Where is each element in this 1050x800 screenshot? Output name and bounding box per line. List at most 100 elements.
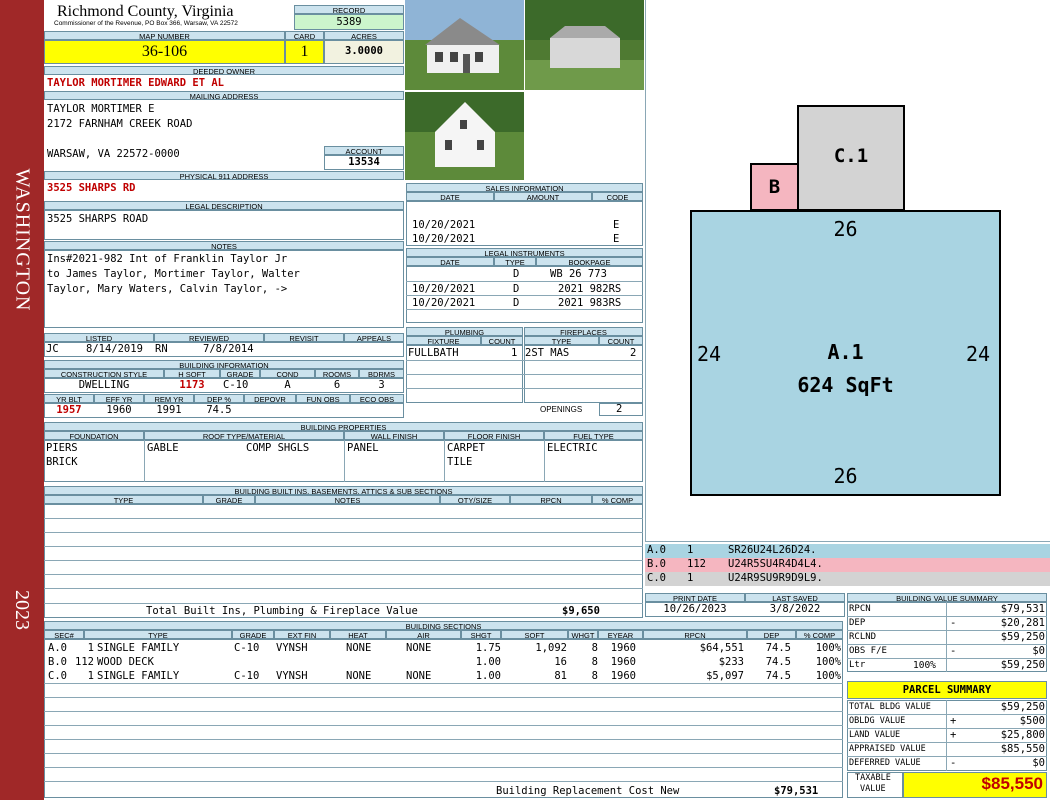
foundation-2: BRICK — [46, 456, 78, 468]
fireplace-type-header: TYPE — [524, 336, 599, 345]
sqft-col-header: SQFT — [501, 630, 568, 639]
vs-ltr-value: $59,250 — [1000, 659, 1045, 671]
revisit-header: REVISIT — [264, 333, 344, 342]
sec-a-rpcn: $64,551 — [699, 642, 744, 654]
notes-line-2: to James Taylor, Mortimer Taylor, Walter — [47, 268, 300, 280]
sec-b-eyear: 1960 — [610, 656, 636, 668]
notes-header: NOTES — [44, 241, 404, 250]
card-header: CARD — [285, 31, 324, 40]
built-ins-header: BUILDING BUILT INS, BASEMENTS, ATTICS & … — [44, 486, 643, 495]
sec-col-header: SEC# — [44, 630, 84, 639]
ps-land-value: $25,800 — [1000, 729, 1045, 741]
sec-b-n: 112 — [75, 656, 94, 668]
built-ins-table — [44, 504, 643, 618]
built-ins-notes-header: NOTES — [255, 495, 440, 504]
replacement-cost-label: Building Replacement Cost New — [496, 785, 680, 797]
roof-type: GABLE — [147, 442, 179, 454]
instr-2-type: D — [513, 283, 520, 295]
vs-dep-value: $20,281 — [1000, 617, 1045, 629]
reviewed-header: REVIEWED — [154, 333, 264, 342]
wall-finish: PANEL — [347, 442, 379, 454]
map-number-header: MAP NUMBER — [44, 31, 285, 40]
sketch-code-c: U24R9SU9R9D9L9. — [728, 572, 823, 584]
sketch-code-c-sec: C.0 — [647, 572, 666, 584]
sec-b-whgt: 8 — [591, 656, 598, 668]
sketch-a-area: 624 SqFt — [797, 373, 894, 397]
print-date: 10/26/2023 — [663, 603, 727, 615]
building-info-header: BUILDING INFORMATION — [44, 360, 404, 369]
last-saved: 3/8/2022 — [769, 603, 821, 615]
replacement-cost-value: $79,531 — [774, 785, 819, 797]
grade-value: C-10 — [223, 379, 249, 391]
sec-c-whgt: 8 — [591, 670, 598, 682]
sales-date-header: DATE — [406, 192, 494, 201]
sketch-code-row-a — [645, 544, 1050, 558]
sketch-code-b-n: 112 — [687, 558, 706, 570]
yr-blt: 1957 — [56, 404, 82, 416]
sec-b-sec: B.0 — [48, 656, 67, 668]
eff-yr-header: EFF YR — [94, 394, 144, 403]
cond-header: COND — [260, 369, 315, 378]
year-label: 2023 — [11, 590, 33, 630]
vs-rpcn-value: $79,531 — [1000, 603, 1045, 615]
heat-col-header: HEAT — [330, 630, 386, 639]
notes-line-3: Taylor, Mary Waters, Calvin Taylor, -> — [47, 283, 288, 295]
vs-rclnd-value: $59,250 — [1000, 631, 1045, 643]
appeals-header: APPEALS — [344, 333, 404, 342]
built-ins-total-label: Total Built Ins, Plumbing & Fireplace Va… — [146, 605, 418, 617]
dep-pct: 74.5 — [206, 404, 232, 416]
vs-obs-label: OBS F/E — [849, 646, 887, 656]
built-ins-total-value: $9,650 — [562, 605, 600, 617]
notes-line-1: Ins#2021-982 Int of Franklin Taylor Jr — [47, 253, 288, 265]
instr-2-book: 2021 982RS — [558, 283, 622, 295]
sec-b-comp: 100% — [815, 656, 841, 668]
instr-3-date: 10/20/2021 — [412, 297, 476, 309]
sec-c-comp: 100% — [815, 670, 841, 682]
roof-header: ROOF TYPE/MATERIAL — [144, 431, 344, 440]
sec-c-sec: C.0 — [48, 670, 67, 682]
plumbing-fixture: FULLBATH — [408, 347, 459, 359]
sketch-code-row-c — [645, 572, 1050, 586]
barn-photo — [525, 0, 644, 90]
deeded-owner-header: DEEDED OWNER — [44, 66, 404, 75]
reviewed-by: RN — [155, 343, 168, 355]
vs-ltr-pct: 100% — [913, 660, 936, 671]
building-props-header: BUILDING PROPERTIES — [44, 422, 643, 431]
fireplace-count-header: COUNT — [599, 336, 643, 345]
sec-a-sqft: 1,092 — [535, 642, 567, 654]
construction-style: DWELLING — [78, 379, 130, 391]
fireplace-count: 2 — [630, 347, 637, 359]
construction-style-header: CONSTRUCTION STYLE — [44, 369, 164, 378]
sections-header: BUILDING SECTIONS — [44, 621, 843, 630]
instr-date-header: DATE — [406, 257, 494, 266]
instr-3-type: D — [513, 297, 520, 309]
sec-c-ext: VYNSH — [276, 670, 308, 682]
physical-address: 3525 SHARPS RD — [47, 182, 136, 194]
sec-a-sec: A.0 — [48, 642, 67, 654]
sketch-b-label: B — [768, 176, 781, 198]
sec-c-dep: 74.5 — [765, 670, 791, 682]
bdrms-header: BDRMS — [359, 369, 404, 378]
plumbing-count-header: COUNT — [481, 336, 523, 345]
shgt-col-header: SHGT — [461, 630, 501, 639]
record-header: RECORD — [294, 5, 404, 14]
sketch-code-c-n: 1 — [687, 572, 694, 584]
sketch-code-a-sec: A.0 — [647, 544, 666, 556]
mailing-line-3: WARSAW, VA 22572-0000 — [47, 148, 180, 160]
district-band — [0, 0, 44, 800]
openings-label: OPENINGS — [540, 405, 583, 414]
grade-col-header: GRADE — [232, 630, 274, 639]
vs-ltr-label: Ltr — [849, 660, 866, 670]
sales-code-header: CODE — [592, 192, 643, 201]
vs-obs-value: $0 — [1032, 645, 1045, 657]
vs-rclnd-label: RCLND — [849, 632, 877, 642]
sec-a-grade: C-10 — [234, 642, 260, 654]
sec-b-type: WOOD DECK — [97, 656, 154, 668]
built-ins-grade-header: GRADE — [203, 495, 255, 504]
ps-appraised-value: $85,550 — [1000, 743, 1045, 755]
ext-fin-col-header: EXT FIN — [274, 630, 330, 639]
reviewed-date: 7/8/2014 — [203, 343, 254, 355]
sec-b-shgt: 1.00 — [475, 656, 501, 668]
fireplace-type: 2ST MAS — [525, 347, 570, 359]
ps-total-bldg-label: TOTAL BLDG VALUE — [849, 702, 931, 712]
